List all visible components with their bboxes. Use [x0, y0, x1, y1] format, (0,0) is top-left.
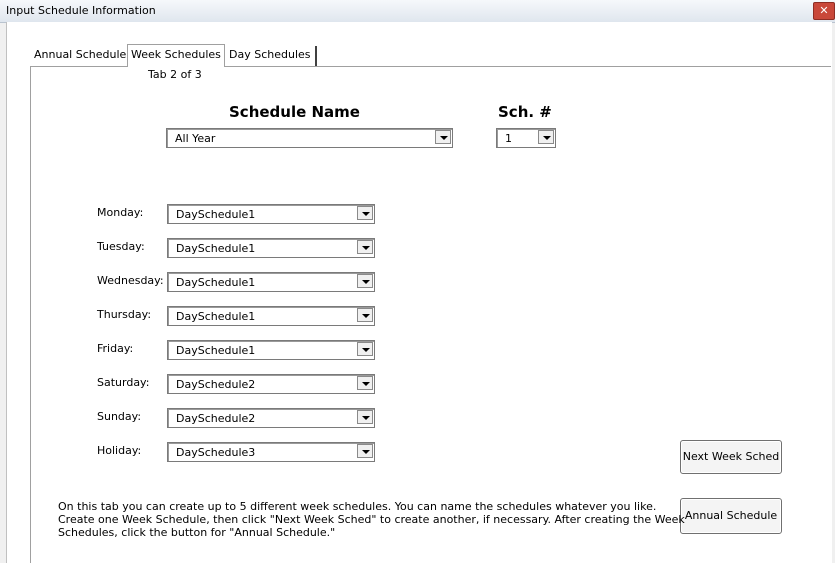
thursday-label: Thursday: [97, 308, 152, 321]
chevron-down-icon[interactable] [538, 130, 554, 144]
tuesday-combo[interactable]: DaySchedule1 [167, 238, 375, 258]
wednesday-combo[interactable]: DaySchedule1 [167, 272, 375, 292]
sunday-value: DaySchedule2 [176, 412, 256, 425]
help-text: On this tab you can create up to 5 diffe… [58, 500, 685, 539]
wednesday-label: Wednesday: [97, 274, 164, 287]
holiday-value: DaySchedule3 [176, 446, 256, 459]
close-button[interactable]: ✕ [813, 2, 835, 20]
schedule-name-value: All Year [175, 132, 216, 145]
close-icon: ✕ [819, 4, 829, 17]
annual-schedule-button[interactable]: Annual Schedule [680, 498, 782, 534]
help-line: Schedules, click the button for "Annual … [58, 526, 336, 539]
chevron-down-icon[interactable] [357, 240, 373, 254]
thursday-value: DaySchedule1 [176, 310, 256, 323]
schedule-number-value: 1 [505, 132, 512, 145]
chevron-down-icon[interactable] [357, 410, 373, 424]
schedule-number-combo[interactable]: 1 [496, 128, 556, 148]
monday-label: Monday: [97, 206, 144, 219]
chevron-down-icon[interactable] [357, 342, 373, 356]
schedule-name-header: Schedule Name [229, 103, 360, 121]
saturday-label: Saturday: [97, 376, 150, 389]
saturday-combo[interactable]: DaySchedule2 [167, 374, 375, 394]
tuesday-value: DaySchedule1 [176, 242, 256, 255]
friday-combo[interactable]: DaySchedule1 [167, 340, 375, 360]
chevron-down-icon[interactable] [357, 376, 373, 390]
tab-week-schedules[interactable]: Week Schedules [127, 44, 225, 67]
thursday-combo[interactable]: DaySchedule1 [167, 306, 375, 326]
help-line: On this tab you can create up to 5 diffe… [58, 500, 657, 513]
tuesday-label: Tuesday: [97, 240, 145, 253]
wednesday-value: DaySchedule1 [176, 276, 256, 289]
holiday-label: Holiday: [97, 444, 142, 457]
window-title: Input Schedule Information [6, 4, 156, 17]
holiday-combo[interactable]: DaySchedule3 [167, 442, 375, 462]
saturday-value: DaySchedule2 [176, 378, 256, 391]
tab-caption: Tab 2 of 3 [148, 68, 202, 81]
friday-label: Friday: [97, 342, 134, 355]
schedule-number-header: Sch. # [498, 103, 552, 121]
chevron-down-icon[interactable] [357, 308, 373, 322]
monday-value: DaySchedule1 [176, 208, 256, 221]
tab-day-schedules[interactable]: Day Schedules [225, 46, 317, 66]
chevron-down-icon[interactable] [357, 444, 373, 458]
chevron-down-icon[interactable] [435, 130, 451, 144]
sunday-combo[interactable]: DaySchedule2 [167, 408, 375, 428]
friday-value: DaySchedule1 [176, 344, 256, 357]
title-bar: Input Schedule Information ✕ [0, 0, 835, 23]
sunday-label: Sunday: [97, 410, 142, 423]
chevron-down-icon[interactable] [357, 206, 373, 220]
monday-combo[interactable]: DaySchedule1 [167, 204, 375, 224]
help-line: Create one Week Schedule, then click "Ne… [58, 513, 685, 526]
schedule-name-combo[interactable]: All Year [166, 128, 453, 148]
chevron-down-icon[interactable] [357, 274, 373, 288]
next-week-sched-button[interactable]: Next Week Sched [680, 440, 782, 474]
tab-annual-schedule[interactable]: Annual Schedule [30, 46, 130, 66]
